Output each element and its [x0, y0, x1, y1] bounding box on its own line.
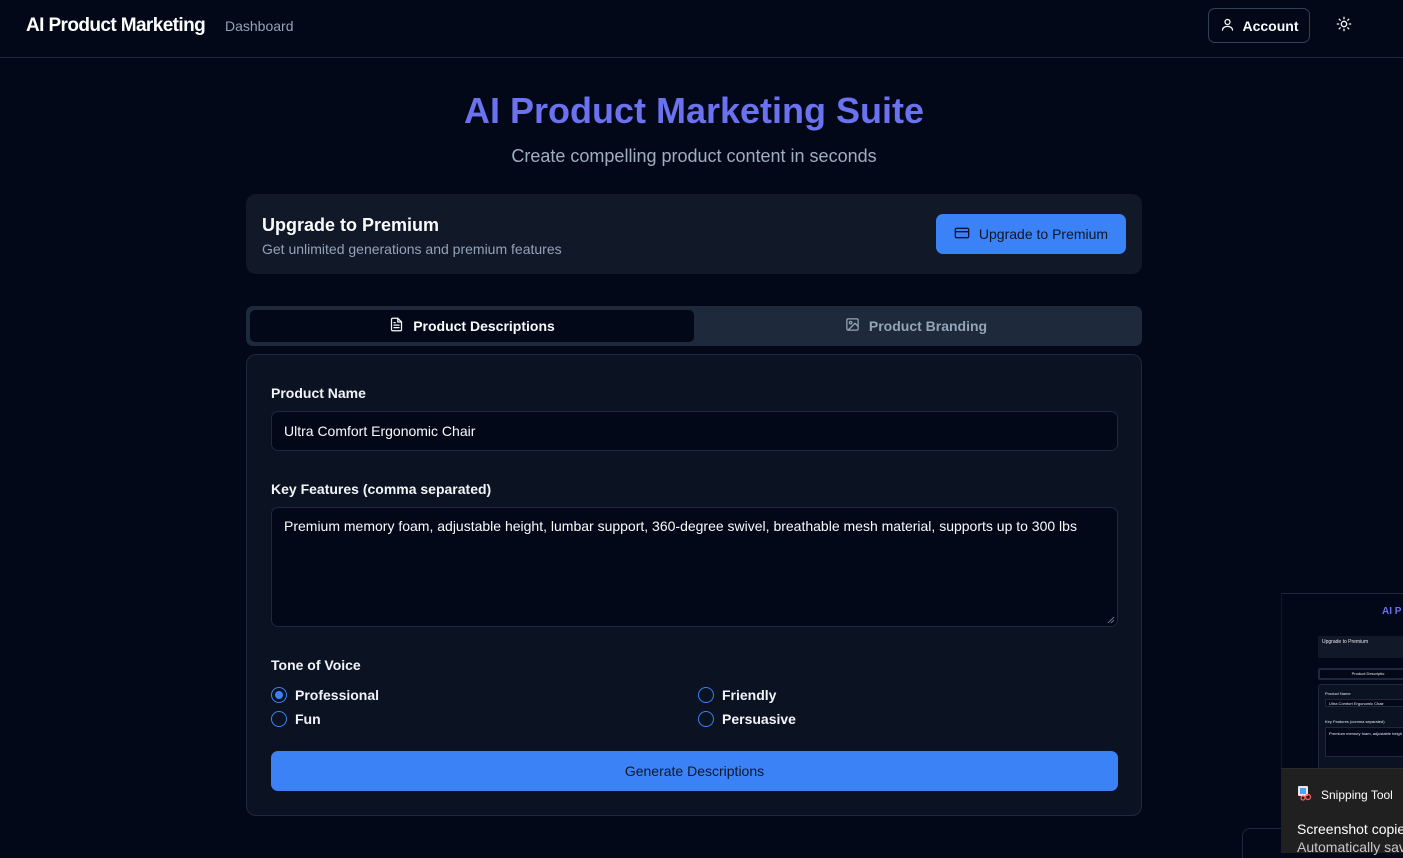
- tone-option-fun[interactable]: Fun: [271, 711, 321, 727]
- sun-icon: [1336, 16, 1352, 37]
- thumb-tab-label: Product Descriptio: [1320, 670, 1403, 678]
- radio-unselected[interactable]: [271, 711, 287, 727]
- thumb-form: Product Name Ultra Comfort Ergonomic Cha…: [1318, 684, 1403, 773]
- upgrade-premium-button[interactable]: Upgrade to Premium: [936, 214, 1126, 254]
- thumb-name-value: Ultra Comfort Ergonomic Chair: [1329, 701, 1384, 706]
- snipping-preview-thumbnail[interactable]: AI P Upgrade to Premium Product Descript…: [1281, 593, 1403, 773]
- snipping-tool-header: Snipping Tool: [1297, 785, 1393, 804]
- product-name-input[interactable]: Ultra Comfort Ergonomic Chair: [271, 411, 1118, 451]
- generate-descriptions-button[interactable]: Generate Descriptions: [271, 751, 1118, 791]
- key-features-label: Key Features (comma separated): [271, 481, 492, 497]
- tone-label: Friendly: [722, 687, 777, 703]
- tone-of-voice-label: Tone of Voice: [271, 657, 361, 673]
- tab-label: Product Branding: [868, 318, 988, 334]
- credit-card-icon: [954, 225, 970, 244]
- theme-toggle-button[interactable]: [1331, 13, 1357, 39]
- tone-option-friendly[interactable]: Friendly: [698, 687, 776, 703]
- account-button[interactable]: Account: [1208, 8, 1310, 43]
- background-window-edge: [1242, 828, 1282, 858]
- thumb-features-value: Premium memory foam, adjustable heigh: [1329, 731, 1402, 736]
- thumb-name-label: Product Name: [1325, 691, 1351, 696]
- user-icon: [1220, 17, 1235, 35]
- thumb-title: AI P: [1382, 606, 1402, 617]
- account-label: Account: [1242, 17, 1299, 34]
- upgrade-premium-label: Upgrade to Premium: [978, 226, 1109, 242]
- radio-unselected[interactable]: [698, 711, 714, 727]
- key-features-value: Premium memory foam, adjustable height, …: [284, 518, 1077, 534]
- tone-label: Fun: [295, 711, 321, 727]
- premium-subtitle: Get unlimited generations and premium fe…: [262, 241, 562, 257]
- image-icon: [845, 317, 860, 335]
- radio-selected[interactable]: [271, 687, 287, 703]
- thumb-features-label: Key Features (comma separated): [1325, 719, 1385, 724]
- tab-label: Product Descriptions: [413, 318, 555, 334]
- key-features-textarea[interactable]: Premium memory foam, adjustable height, …: [271, 507, 1118, 627]
- thumb-name-input: Ultra Comfort Ergonomic Chair: [1325, 699, 1403, 707]
- premium-title: Upgrade to Premium: [262, 215, 440, 235]
- tab-product-descriptions[interactable]: Product Descriptions: [250, 310, 694, 342]
- radio-unselected[interactable]: [698, 687, 714, 703]
- scissors-icon: [1297, 785, 1313, 804]
- page-title: AI Product Marketing Suite: [463, 90, 925, 131]
- nav-link-dashboard[interactable]: Dashboard: [225, 18, 294, 34]
- upgrade-premium-card: Upgrade to Premium Get unlimited generat…: [246, 194, 1142, 274]
- thumb-tabs: Product Descriptio: [1318, 668, 1403, 680]
- thumb-features-input: Premium memory foam, adjustable heigh: [1325, 727, 1403, 757]
- tone-option-persuasive[interactable]: Persuasive: [698, 711, 796, 727]
- product-name-label: Product Name: [271, 385, 366, 401]
- snipping-tool-name: Snipping Tool: [1321, 787, 1393, 802]
- snipping-message: Screenshot copie: [1297, 821, 1403, 837]
- top-navbar: AI Product Marketing Dashboard Account: [0, 0, 1403, 58]
- thumb-premium-title: Upgrade to Premium: [1322, 639, 1369, 645]
- file-text-icon: [389, 317, 404, 335]
- page-subtitle: Create compelling product content in sec…: [511, 146, 877, 166]
- product-description-form: Product Name Ultra Comfort Ergonomic Cha…: [246, 354, 1142, 816]
- resize-handle-icon[interactable]: [1107, 616, 1115, 624]
- content-tabs: Product Descriptions Product Branding: [246, 306, 1142, 346]
- thumb-premium-card: Upgrade to Premium: [1318, 636, 1403, 658]
- tone-label: Persuasive: [722, 711, 796, 727]
- tone-option-professional[interactable]: Professional: [271, 687, 379, 703]
- tab-product-branding[interactable]: Product Branding: [694, 310, 1138, 342]
- tone-label: Professional: [295, 687, 380, 703]
- snipping-tool-notification[interactable]: Snipping Tool Screenshot copie Automatic…: [1281, 768, 1403, 855]
- brand-logo[interactable]: AI Product Marketing: [26, 15, 206, 37]
